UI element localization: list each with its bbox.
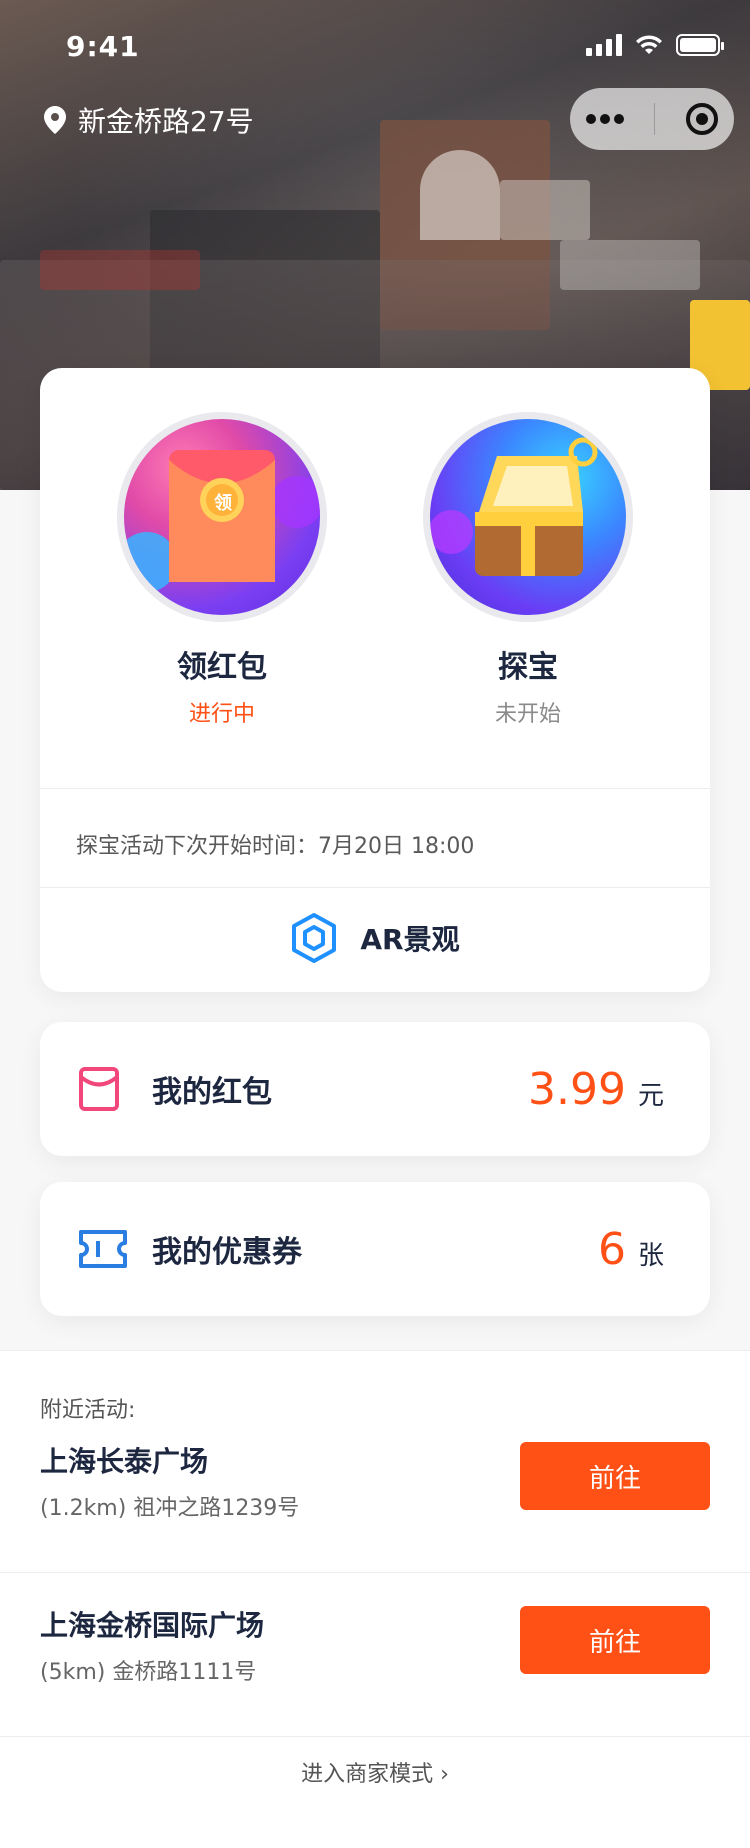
treasure-activity[interactable]: 探宝 未开始 (418, 412, 638, 728)
my-coupon-row[interactable]: 我的优惠券 6 张 (40, 1182, 710, 1316)
hongbao-image: 领 (117, 412, 327, 622)
nearby-title: 附近活动: (40, 1398, 136, 1423)
my-hongbao-unit: 元 (637, 1080, 664, 1111)
place-name: 上海长泰广场 (40, 1445, 209, 1478)
treasure-title: 探宝 (498, 650, 558, 685)
treasure-image (423, 412, 633, 622)
wifi-icon (636, 35, 662, 54)
location-label[interactable]: 新金桥路27号 (44, 100, 254, 140)
close-miniprogram-icon[interactable] (685, 102, 719, 136)
treasure-status: 未开始 (494, 702, 561, 727)
status-bar: 9:41 (0, 0, 750, 96)
hongbao-activity[interactable]: 领 领红包 进行中 (112, 412, 332, 728)
place-address: (5km) 金桥路1111号 (40, 1660, 257, 1685)
hongbao-title: 领红包 (177, 650, 267, 685)
my-coupon-unit: 张 (637, 1240, 664, 1271)
place-address: (1.2km) 祖冲之路1239号 (40, 1496, 300, 1521)
hero-shape (40, 250, 200, 290)
nearby-place-item: 上海金桥国际广场 (5km) 金桥路1111号 前往 (0, 1594, 750, 1754)
coupon-ticket-icon (79, 1230, 127, 1268)
my-hongbao-value: 3.99 (528, 1063, 626, 1115)
divider (0, 1350, 750, 1351)
ar-view-label: AR景观 (360, 923, 460, 956)
activity-card: 领 领红包 进行中 探宝 未开始 探宝活动下次开始时间：7月20日 18:00 … (40, 368, 710, 992)
divider (0, 1572, 750, 1573)
hero-shape (560, 240, 700, 290)
ar-hexagon-icon (292, 913, 337, 963)
battery-icon (676, 34, 724, 56)
merchant-mode-link[interactable]: 进入商家模式 › (0, 1756, 750, 1788)
capsule-divider (654, 103, 656, 135)
my-coupon-value: 6 (597, 1223, 626, 1275)
treasure-chest-icon (430, 437, 598, 576)
ar-view-button[interactable]: AR景观 (40, 888, 710, 988)
cellular-signal-icon (586, 34, 622, 56)
hero-shape (500, 180, 590, 240)
my-hongbao-label: 我的红包 (152, 1075, 272, 1110)
hongbao-status: 进行中 (188, 702, 255, 727)
location-name: 新金桥路27号 (78, 105, 254, 138)
my-hongbao-amount: 3.99 元 (528, 1064, 664, 1115)
go-button[interactable]: 前往 (520, 1606, 710, 1674)
more-icon[interactable] (585, 113, 625, 125)
go-button[interactable]: 前往 (520, 1442, 710, 1510)
miniprogram-capsule (570, 88, 734, 150)
red-envelope-icon (124, 450, 320, 592)
nearby-place-item: 上海长泰广场 (1.2km) 祖冲之路1239号 前往 (0, 1430, 750, 1590)
status-time: 9:41 (66, 30, 140, 63)
status-icons (586, 34, 724, 56)
my-hongbao-row[interactable]: 我的红包 3.99 元 (40, 1022, 710, 1156)
divider (40, 788, 710, 789)
my-coupon-label: 我的优惠券 (152, 1235, 302, 1270)
location-pin-icon (44, 106, 66, 134)
divider (0, 1736, 750, 1737)
my-coupon-amount: 6 张 (598, 1224, 664, 1275)
hero-shape (420, 150, 500, 240)
next-start-time: 探宝活动下次开始时间：7月20日 18:00 (76, 834, 475, 859)
place-name: 上海金桥国际广场 (40, 1609, 265, 1642)
red-envelope-outline-icon (79, 1067, 119, 1111)
red-envelope-badge: 领 (214, 493, 232, 514)
